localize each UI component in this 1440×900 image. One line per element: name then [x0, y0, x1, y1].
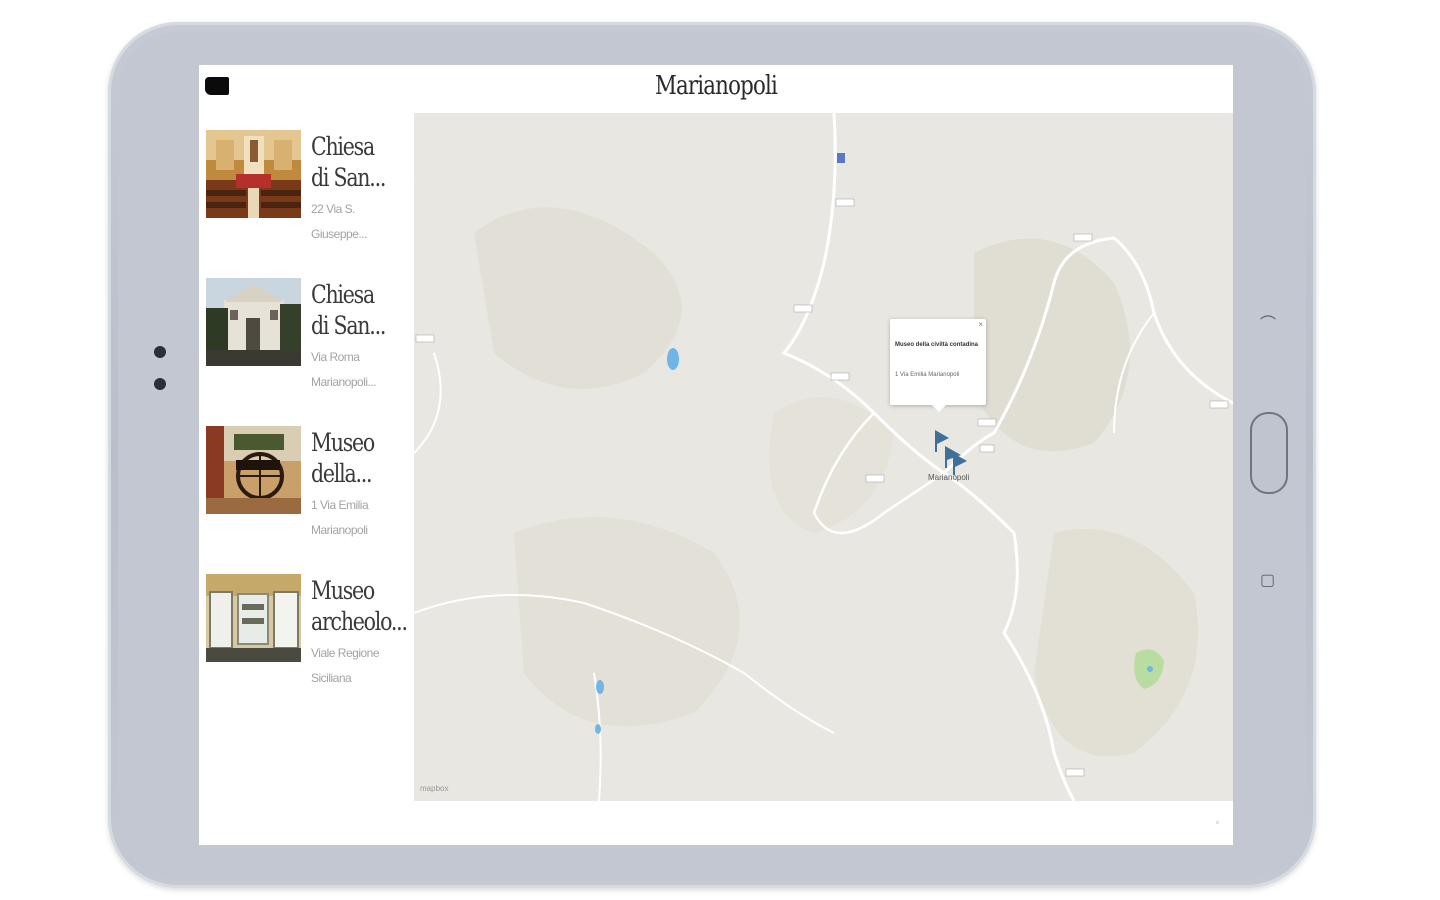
back-arrow-icon[interactable] — [205, 77, 229, 95]
list-item[interactable]: Museo della... 1 Via Emilia Marianopoli — [206, 409, 411, 539]
top-bar: Marianopoli — [199, 65, 1233, 113]
map-view[interactable]: × Museo della civiltà contadina 1 Via Em… — [414, 113, 1233, 801]
place-address: Via Roma Marianopoli... — [311, 350, 377, 389]
museum-display-thumbnail — [206, 574, 301, 662]
church-facade-thumbnail — [206, 278, 301, 366]
places-list: Chiesa di San... 22 Via S. Giuseppe... C… — [199, 113, 427, 845]
popup-title: Museo della civiltà contadina — [895, 342, 979, 348]
page-title: Marianopoli — [655, 71, 778, 101]
app-screen: Marianopoli Chiesa di San... 22 Via S. G… — [199, 65, 1233, 845]
church-thumbnail — [206, 130, 301, 218]
popup-address: 1 Via Emilia Marianopoli — [895, 372, 960, 378]
place-name: Chiesa di San... — [311, 280, 386, 340]
map-marker-icon[interactable] — [951, 453, 969, 475]
home-button[interactable] — [1250, 412, 1288, 494]
back-key-icon[interactable]: ⌒ — [1260, 316, 1276, 334]
place-popup: × Museo della civiltà contadina 1 Via Em… — [890, 319, 986, 412]
museum-cart-thumbnail — [206, 426, 301, 514]
popup-close-icon[interactable]: × — [978, 320, 983, 329]
map-attribution[interactable]: mapbox — [420, 784, 448, 793]
list-item[interactable]: Chiesa di San... Via Roma Marianopoli... — [206, 261, 411, 391]
place-name: Museo archeolo... — [311, 576, 408, 636]
list-item[interactable]: Museo archeolo... Viale Regione Sicilian… — [206, 557, 411, 687]
sensor-icon — [154, 378, 166, 390]
town-label: Marianopoli — [928, 473, 970, 482]
place-name: Museo della... — [311, 428, 375, 488]
place-address: 22 Via S. Giuseppe... — [311, 202, 367, 241]
map-terrain — [414, 113, 1233, 801]
place-address: 1 Via Emilia Marianopoli — [311, 498, 369, 537]
recent-apps-icon[interactable]: ▢ — [1260, 572, 1275, 590]
bottom-corner-mark: ▫ — [1215, 817, 1219, 827]
front-camera-icon — [154, 346, 166, 358]
list-item[interactable]: Chiesa di San... 22 Via S. Giuseppe... — [206, 113, 411, 243]
place-address: Viale Regione Siciliana — [311, 646, 380, 685]
place-name: Chiesa di San... — [311, 132, 386, 192]
